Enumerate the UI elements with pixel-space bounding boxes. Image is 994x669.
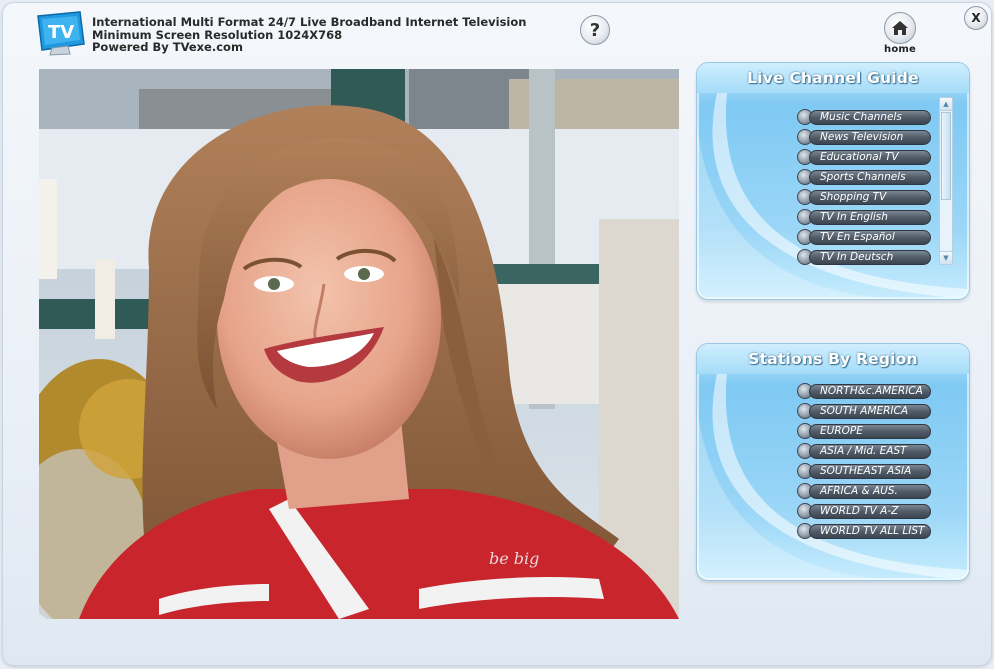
guide-item-music[interactable]: Music Channels [797, 107, 933, 127]
live-channel-guide-panel: Live Channel Guide Music Channels News T… [696, 62, 970, 300]
guide-item-espanol[interactable]: TV En Español [797, 227, 933, 247]
guide-item-label: News Television [809, 130, 931, 145]
close-icon: X [971, 11, 981, 25]
region-item-southeast-asia[interactable]: SOUTHEAST ASIA [797, 461, 933, 481]
region-item-europe[interactable]: EUROPE [797, 421, 933, 441]
guide-item-deutsch[interactable]: TV In Deutsch [797, 247, 933, 267]
region-item-africa-aus[interactable]: AFRICA & AUS. [797, 481, 933, 501]
guide-item-label: Sports Channels [809, 170, 931, 185]
header-line-3[interactable]: Powered By TVexe.com [92, 41, 526, 54]
region-title: Stations By Region [697, 344, 969, 374]
guide-item-label: TV En Español [809, 230, 931, 245]
guide-title: Live Channel Guide [697, 63, 969, 93]
header-line-1: International Multi Format 24/7 Live Bro… [92, 15, 527, 29]
region-item-south-america[interactable]: SOUTH AMERICA [797, 401, 933, 421]
video-player[interactable]: be big [39, 69, 679, 619]
guide-menu: Music Channels News Television Education… [797, 107, 933, 267]
guide-item-educational[interactable]: Educational TV [797, 147, 933, 167]
region-item-label: ASIA / Mid. EAST [809, 444, 931, 459]
region-item-label: NORTH&c.AMERICA [809, 384, 931, 399]
close-button[interactable]: X [964, 6, 988, 30]
help-icon: ? [589, 19, 601, 41]
scroll-down-icon[interactable]: ▼ [940, 251, 952, 264]
region-item-north-america[interactable]: NORTH&c.AMERICA [797, 381, 933, 401]
region-item-label: SOUTHEAST ASIA [809, 464, 931, 479]
region-item-asia-mid-east[interactable]: ASIA / Mid. EAST [797, 441, 933, 461]
guide-item-label: TV In Deutsch [809, 250, 931, 265]
region-item-label: WORLD TV ALL LIST [809, 524, 931, 539]
guide-item-label: Educational TV [809, 150, 931, 165]
guide-item-label: Music Channels [809, 110, 931, 125]
logo-text: TV [48, 22, 74, 43]
header-info: International Multi Format 24/7 Live Bro… [92, 16, 526, 54]
tv-logo[interactable]: TV [34, 10, 86, 56]
region-item-label: WORLD TV A-Z [809, 504, 931, 519]
guide-item-english[interactable]: TV In English [797, 207, 933, 227]
guide-item-label: TV In English [809, 210, 931, 225]
guide-item-sports[interactable]: Sports Channels [797, 167, 933, 187]
region-item-label: AFRICA & AUS. [809, 484, 931, 499]
stations-by-region-panel: Stations By Region NORTH&c.AMERICA SOUTH… [696, 343, 970, 581]
video-frame-image: be big [39, 69, 679, 619]
shirt-text: be big [489, 549, 539, 568]
guide-item-shopping[interactable]: Shopping TV [797, 187, 933, 207]
region-item-label: SOUTH AMERICA [809, 404, 931, 419]
guide-scrollbar[interactable]: ▲ ▼ [939, 97, 953, 265]
home-label: home [884, 44, 916, 55]
home-button[interactable]: home [880, 12, 920, 58]
region-item-label: EUROPE [809, 424, 931, 439]
home-icon [884, 12, 916, 44]
scroll-thumb[interactable] [941, 112, 951, 200]
guide-item-label: Shopping TV [809, 190, 931, 205]
guide-item-news[interactable]: News Television [797, 127, 933, 147]
region-item-world-tv-all-list[interactable]: WORLD TV ALL LIST [797, 521, 933, 541]
help-button[interactable]: ? [580, 15, 610, 45]
scroll-up-icon[interactable]: ▲ [940, 98, 952, 111]
region-item-world-tv-a-z[interactable]: WORLD TV A-Z [797, 501, 933, 521]
region-menu: NORTH&c.AMERICA SOUTH AMERICA EUROPE ASI… [797, 381, 933, 541]
